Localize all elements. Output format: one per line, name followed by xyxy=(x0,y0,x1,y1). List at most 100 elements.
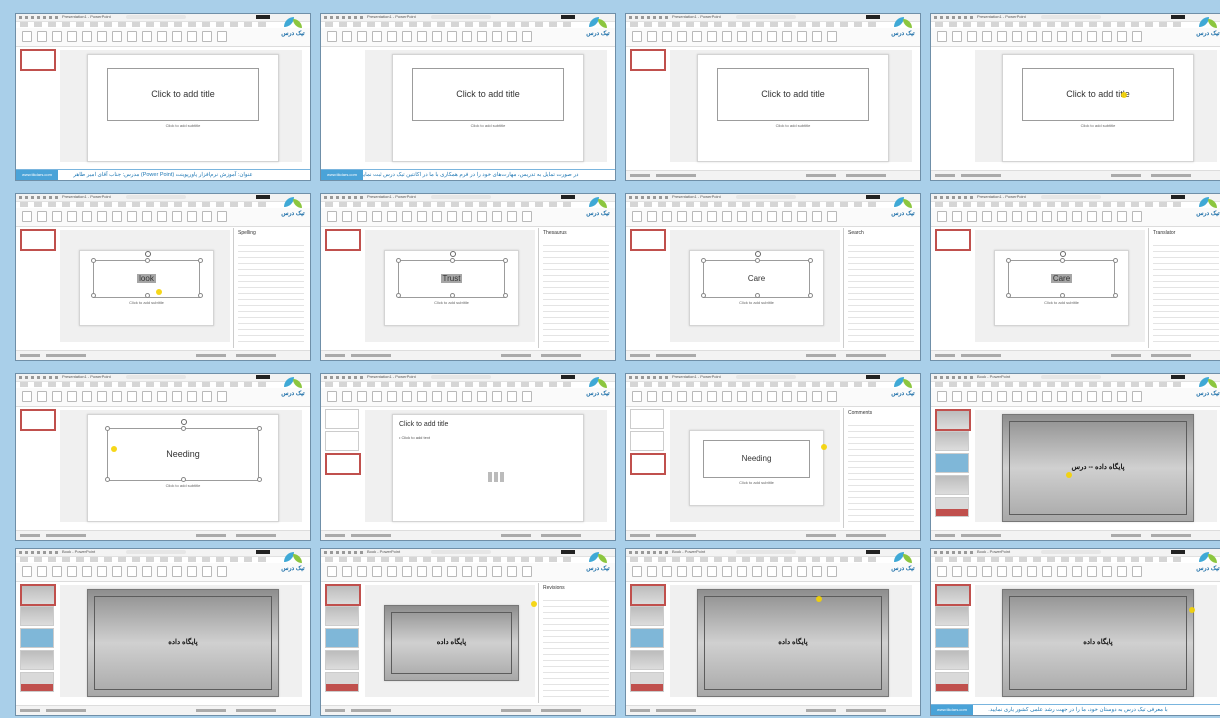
ribbon-command-icon[interactable] xyxy=(37,566,47,577)
ribbon-command-icon[interactable] xyxy=(1027,211,1037,222)
quick-access-toolbar[interactable] xyxy=(19,196,59,199)
ribbon-command-icon[interactable] xyxy=(22,31,32,42)
status-item[interactable] xyxy=(961,354,1001,357)
ribbon-command-icon[interactable] xyxy=(462,211,472,222)
search-box[interactable] xyxy=(126,550,186,554)
resize-handle[interactable] xyxy=(257,476,262,482)
slide[interactable]: پایگاه داده xyxy=(384,605,519,681)
ribbon-command-icon[interactable] xyxy=(1072,566,1082,577)
ribbon-command-icon[interactable] xyxy=(157,31,167,42)
slide-title[interactable]: Click to add title xyxy=(1023,89,1173,99)
slide-subtitle[interactable]: Click to add subtitle xyxy=(690,480,823,485)
ribbon-command-icon[interactable] xyxy=(982,566,992,577)
search-box[interactable] xyxy=(1041,15,1101,19)
sign-in-button[interactable] xyxy=(561,15,575,19)
ribbon-command-icon[interactable] xyxy=(402,31,412,42)
ribbon-command-icon[interactable] xyxy=(82,31,92,42)
ribbon-command-icon[interactable] xyxy=(67,391,77,402)
ribbon-command-icon[interactable] xyxy=(372,211,382,222)
resize-handle[interactable] xyxy=(181,425,186,431)
search-box[interactable] xyxy=(431,375,491,379)
ribbon-command-icon[interactable] xyxy=(142,211,152,222)
ribbon-command-icon[interactable] xyxy=(327,31,337,42)
ribbon-command-icon[interactable] xyxy=(722,211,732,222)
slide-title[interactable]: Click to add title xyxy=(718,89,868,99)
quick-access-toolbar[interactable] xyxy=(324,551,364,554)
slide-thumbnail[interactable] xyxy=(935,584,971,606)
ribbon-command-icon[interactable] xyxy=(937,566,947,577)
ribbon-command-icon[interactable] xyxy=(1132,211,1142,222)
ribbon-command-icon[interactable] xyxy=(812,566,822,577)
ribbon-command-icon[interactable] xyxy=(447,566,457,577)
resize-handle[interactable] xyxy=(181,476,186,482)
rotate-handle[interactable] xyxy=(1059,250,1066,257)
selection-box[interactable] xyxy=(704,596,882,690)
task-pane-content[interactable] xyxy=(543,595,609,697)
ribbon-command-icon[interactable] xyxy=(662,566,672,577)
ribbon-command-icon[interactable] xyxy=(217,31,227,42)
ribbon-command-icon[interactable] xyxy=(97,211,107,222)
ribbon-command-icon[interactable] xyxy=(752,566,762,577)
ribbon-command-icon[interactable] xyxy=(1102,31,1112,42)
ribbon-command-icon[interactable] xyxy=(52,211,62,222)
ribbon-command-icon[interactable] xyxy=(827,211,837,222)
resize-handle[interactable] xyxy=(105,476,110,482)
title-placeholder[interactable]: Care xyxy=(1008,259,1115,298)
status-item[interactable] xyxy=(325,709,345,712)
ribbon-command-icon[interactable] xyxy=(112,566,122,577)
status-item[interactable] xyxy=(1151,354,1191,357)
slide-title[interactable]: look xyxy=(94,273,198,283)
ribbon-command-icon[interactable] xyxy=(1117,391,1127,402)
ribbon-command-icon[interactable] xyxy=(462,566,472,577)
sign-in-button[interactable] xyxy=(1171,195,1185,199)
slide[interactable]: Click to add title Click to add subtitle xyxy=(87,54,279,162)
sign-in-button[interactable] xyxy=(866,550,880,554)
ribbon-command-icon[interactable] xyxy=(1012,211,1022,222)
search-box[interactable] xyxy=(431,15,491,19)
ribbon-command-icon[interactable] xyxy=(492,31,502,42)
ribbon-command-icon[interactable] xyxy=(1132,566,1142,577)
ribbon-command-icon[interactable] xyxy=(217,566,227,577)
ribbon-command-icon[interactable] xyxy=(937,211,947,222)
sign-in-button[interactable] xyxy=(1171,15,1185,19)
status-item[interactable] xyxy=(351,354,391,357)
ribbon-command-icon[interactable] xyxy=(507,211,517,222)
resize-handle[interactable] xyxy=(257,425,262,431)
selection-box[interactable] xyxy=(391,612,512,674)
slide-thumbnail[interactable] xyxy=(935,497,969,517)
ribbon-command-icon[interactable] xyxy=(387,566,397,577)
ribbon-command-icon[interactable] xyxy=(937,391,947,402)
ribbon-command-icon[interactable] xyxy=(477,31,487,42)
status-item[interactable] xyxy=(846,534,886,537)
ribbon-command-icon[interactable] xyxy=(812,31,822,42)
ribbon-command-icon[interactable] xyxy=(432,391,442,402)
ribbon-command-icon[interactable] xyxy=(707,211,717,222)
ribbon-command-icon[interactable] xyxy=(372,566,382,577)
ribbon-command-icon[interactable] xyxy=(342,566,352,577)
resize-handle[interactable] xyxy=(1112,257,1118,263)
ribbon-tabs[interactable] xyxy=(20,382,270,387)
ribbon-command-icon[interactable] xyxy=(782,391,792,402)
slide-thumbnail[interactable] xyxy=(20,49,56,71)
ribbon-command-icon[interactable] xyxy=(187,211,197,222)
search-box[interactable] xyxy=(126,195,186,199)
ribbon-command-icon[interactable] xyxy=(632,31,642,42)
ribbon-command-icon[interactable] xyxy=(997,391,1007,402)
search-box[interactable] xyxy=(1041,550,1101,554)
sign-in-button[interactable] xyxy=(256,375,270,379)
search-box[interactable] xyxy=(431,195,491,199)
slide-title[interactable]: Click to add title xyxy=(399,421,448,428)
sign-in-button[interactable] xyxy=(256,550,270,554)
ribbon-command-icon[interactable] xyxy=(127,211,137,222)
ribbon-command-icon[interactable] xyxy=(327,391,337,402)
ribbon-command-icon[interactable] xyxy=(827,31,837,42)
quick-access-toolbar[interactable] xyxy=(19,376,59,379)
status-item[interactable] xyxy=(935,534,955,537)
sign-in-button[interactable] xyxy=(256,15,270,19)
status-item[interactable] xyxy=(630,534,650,537)
slide[interactable]: Click to add title • Click to add text xyxy=(392,414,584,522)
ribbon-command-icon[interactable] xyxy=(707,391,717,402)
ribbon-command-icon[interactable] xyxy=(67,211,77,222)
slide-thumbnail[interactable] xyxy=(935,453,969,473)
ribbon-command-icon[interactable] xyxy=(1087,391,1097,402)
